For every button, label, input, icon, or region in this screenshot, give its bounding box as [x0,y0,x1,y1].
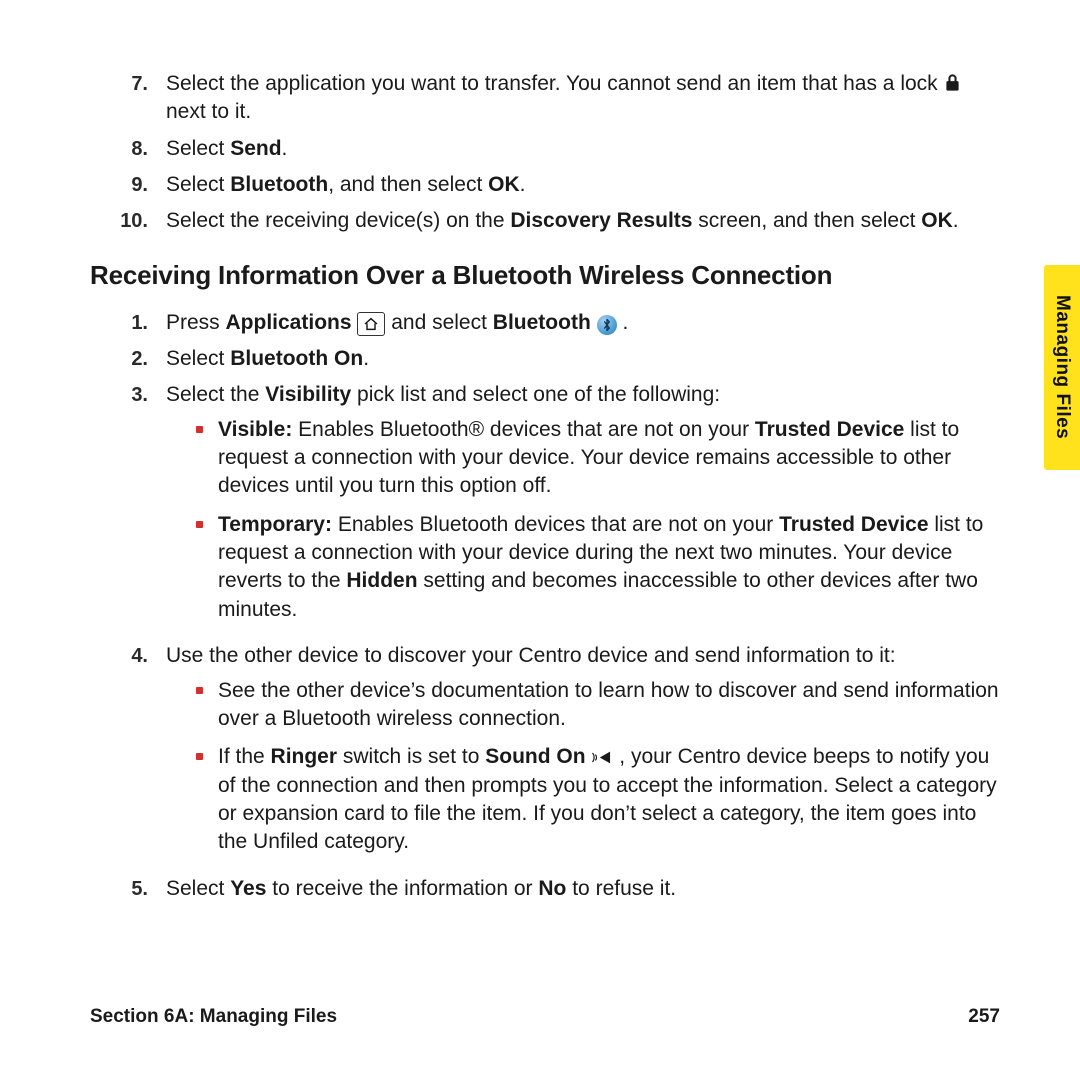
bold-term: Ringer [271,745,338,768]
list-number: 2. [90,346,166,373]
list-body: Press Applications and select Bluetooth … [166,309,1000,337]
bold-term: No [538,877,566,900]
list-item: 5.Select Yes to receive the information … [90,875,1000,903]
home-icon [357,312,385,336]
list-number: 7. [90,71,166,98]
bluetooth-icon [597,315,617,335]
bold-term: OK [488,173,520,196]
list-number: 5. [90,876,166,903]
bold-term: Trusted Device [779,513,928,536]
bold-term: Bluetooth On [230,347,363,370]
list-body: Select Bluetooth, and then select OK. [166,171,1000,199]
bold-term: Applications [226,311,352,334]
lock-icon [944,72,961,95]
document-page: 7.Select the application you want to tra… [0,0,1080,1080]
list-item: 2.Select Bluetooth On. [90,345,1000,373]
sound-on-icon [591,745,619,768]
list-number: 4. [90,643,166,670]
list-body: Select the application you want to trans… [166,70,1000,127]
list-item: 8.Select Send. [90,135,1000,163]
bulleted-sublist: Visible: Enables Bluetooth® devices that… [196,416,1000,624]
list-number: 9. [90,172,166,199]
bold-term: Discovery Results [510,209,692,232]
side-tab: Managing Files [1044,265,1080,470]
list-number: 8. [90,136,166,163]
bold-term: Send [230,137,281,160]
bold-term: Temporary: [218,513,332,536]
list-item: 4.Use the other device to discover your … [90,642,1000,866]
bold-term: Bluetooth [230,173,328,196]
bullet-item: Temporary: Enables Bluetooth devices tha… [196,511,1000,624]
section-heading: Receiving Information Over a Bluetooth W… [90,260,1000,291]
side-tab-label: Managing Files [1051,295,1073,439]
footer-page-number: 257 [968,1006,1000,1028]
bullet-item: If the Ringer switch is set to Sound On … [196,743,1000,856]
footer-section: Section 6A: Managing Files [90,1006,337,1028]
list-number: 1. [90,310,166,337]
list-item: 7.Select the application you want to tra… [90,70,1000,127]
list-item: 10.Select the receiving device(s) on the… [90,207,1000,235]
receive-ordered-list: 1.Press Applications and select Bluetoot… [90,309,1000,903]
continued-ordered-list: 7.Select the application you want to tra… [90,70,1000,236]
bold-term: Visible: [218,418,292,441]
bulleted-sublist: See the other device’s documentation to … [196,677,1000,857]
list-body: Select Bluetooth On. [166,345,1000,373]
list-item: 9.Select Bluetooth, and then select OK. [90,171,1000,199]
list-body: Select Send. [166,135,1000,163]
list-number: 10. [90,208,166,235]
bold-term: Hidden [346,569,417,592]
bold-term: Sound On [485,745,585,768]
list-item: 3.Select the Visibility pick list and se… [90,381,1000,634]
list-item: 1.Press Applications and select Bluetoot… [90,309,1000,337]
bullet-item: See the other device’s documentation to … [196,677,1000,734]
list-number: 3. [90,382,166,409]
page-footer: Section 6A: Managing Files 257 [90,1006,1000,1028]
bold-term: Yes [230,877,266,900]
bold-term: OK [921,209,953,232]
list-body: Select the Visibility pick list and sele… [166,381,1000,634]
bullet-item: Visible: Enables Bluetooth® devices that… [196,416,1000,501]
bold-term: Bluetooth [493,311,591,334]
bold-term: Visibility [265,383,351,406]
bold-term: Trusted Device [755,418,904,441]
list-body: Select Yes to receive the information or… [166,875,1000,903]
list-body: Select the receiving device(s) on the Di… [166,207,1000,235]
list-body: Use the other device to discover your Ce… [166,642,1000,866]
